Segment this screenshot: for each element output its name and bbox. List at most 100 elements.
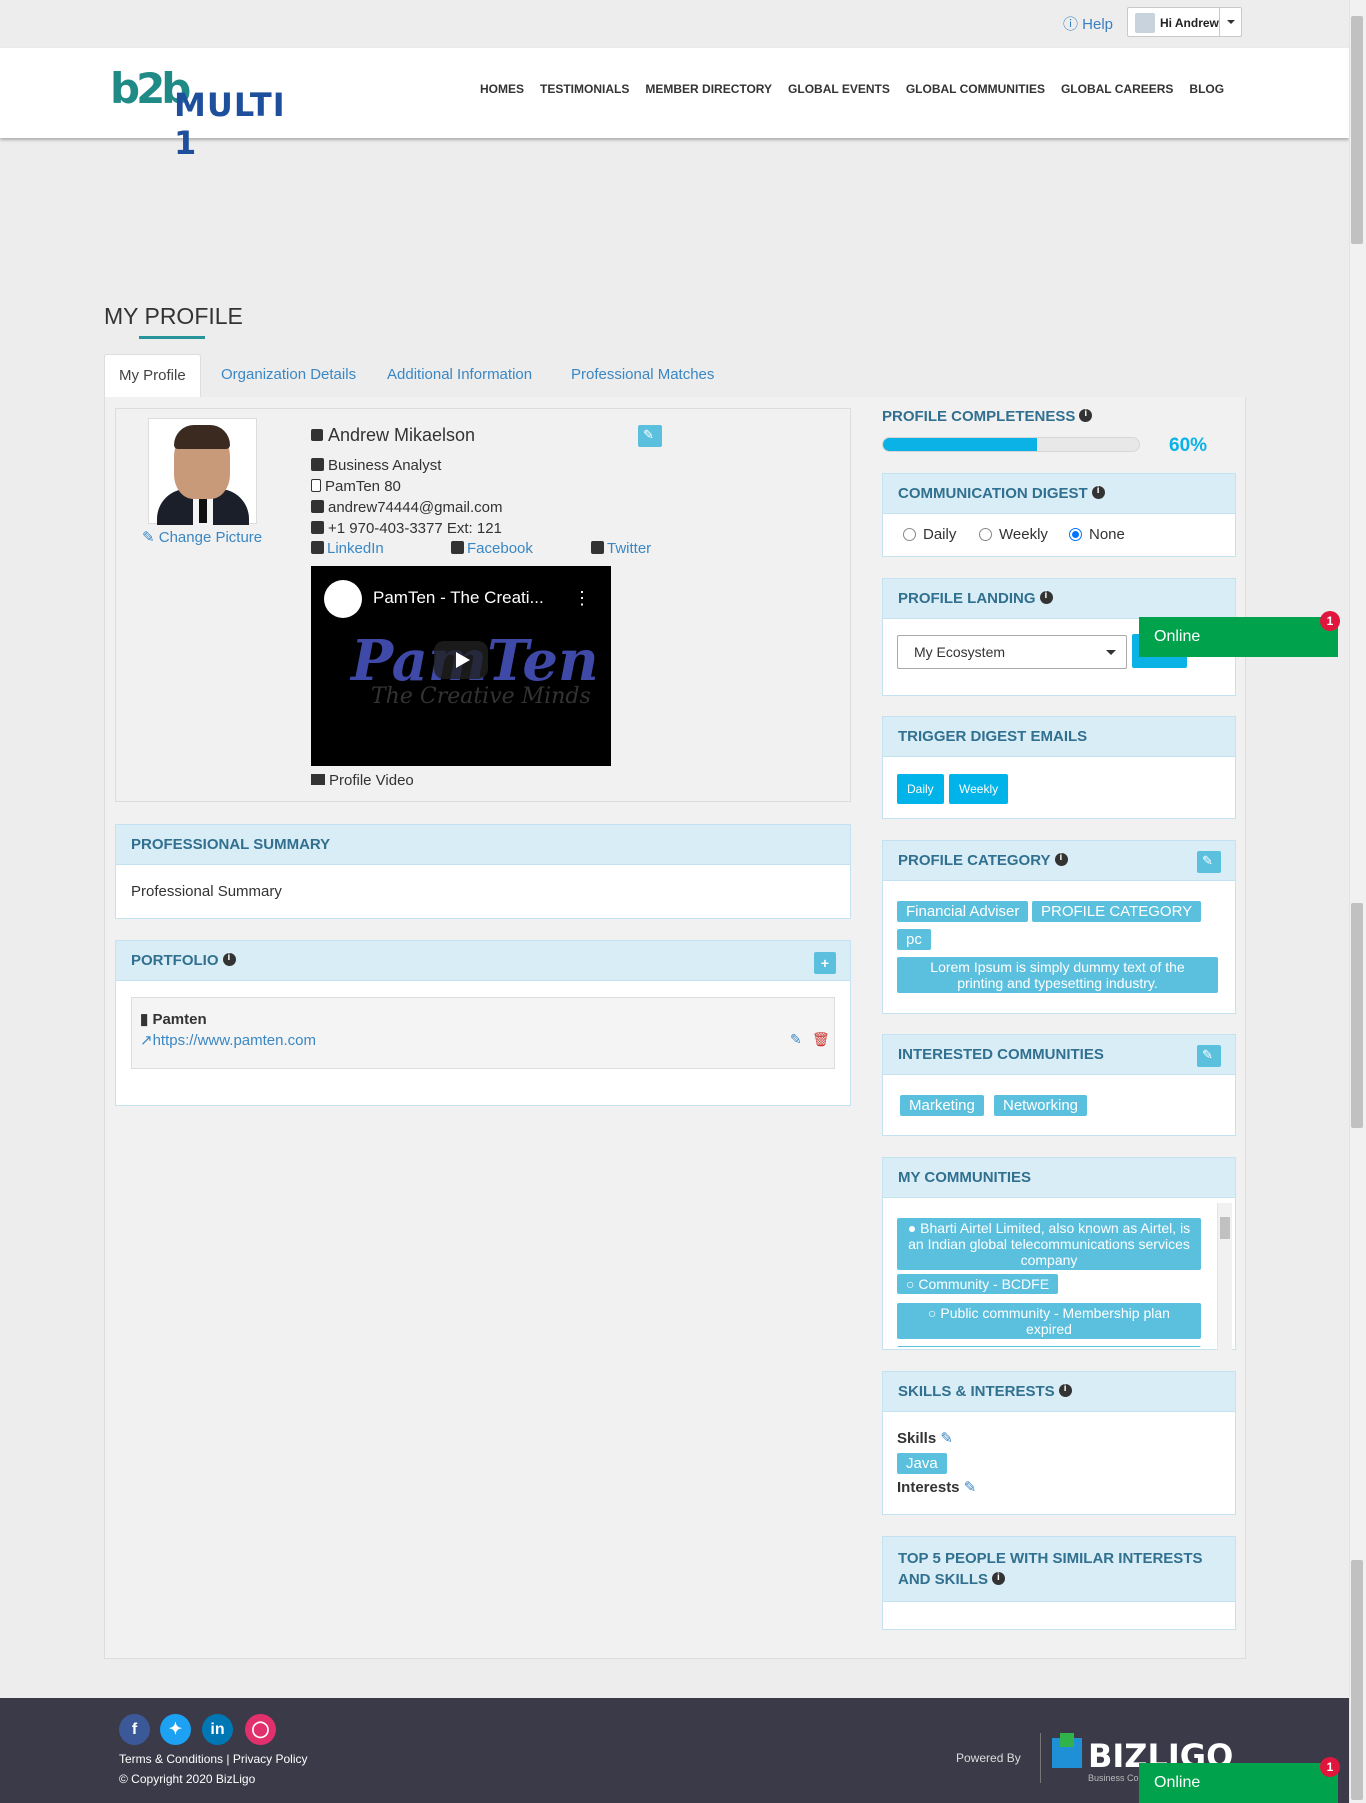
trigger-weekly-button[interactable]: Weekly bbox=[949, 774, 1009, 804]
info-icon[interactable] bbox=[222, 952, 236, 966]
edit-icon[interactable]: ✎ bbox=[964, 1479, 977, 1496]
user-menu-button[interactable]: Hi Andrew bbox=[1127, 7, 1242, 37]
digest-option-weekly[interactable]: Weekly bbox=[979, 526, 1048, 543]
bookmark-icon: ▮ bbox=[140, 1011, 149, 1028]
twitter-icon bbox=[591, 541, 604, 554]
panel-title: PORTFOLIO bbox=[116, 941, 850, 981]
tab-additional-information[interactable]: Additional Information bbox=[373, 354, 546, 397]
video-title: PamTen - The Creati... bbox=[373, 588, 544, 607]
change-picture-link[interactable]: ✎ Change Picture bbox=[142, 528, 262, 546]
briefcase-icon bbox=[311, 458, 324, 471]
edit-icon[interactable]: ✎ bbox=[790, 1031, 802, 1048]
linkedin-icon bbox=[311, 541, 324, 554]
progress-fill bbox=[883, 438, 1037, 451]
list-item[interactable]: ○ Community - BCDFE bbox=[897, 1274, 1059, 1295]
facebook-icon bbox=[451, 541, 464, 554]
instagram-icon[interactable]: ◯ bbox=[245, 1714, 276, 1745]
profile-landing-select[interactable]: My Ecosystem bbox=[897, 635, 1127, 669]
online-chat-widget[interactable]: Online 1 bbox=[1139, 1757, 1340, 1803]
lock-icon bbox=[311, 429, 323, 441]
avatar bbox=[1135, 13, 1155, 33]
lock-icon: ● bbox=[907, 1220, 921, 1236]
info-icon[interactable] bbox=[1054, 852, 1068, 866]
linkedin-link[interactable]: LinkedIn bbox=[311, 540, 384, 557]
portfolio-item: ▮ Pamten ↗https://www.pamten.com ✎ 🗑 bbox=[131, 997, 835, 1069]
play-icon[interactable] bbox=[434, 641, 488, 679]
list-item[interactable] bbox=[897, 1346, 1201, 1347]
site-logo[interactable]: b2b MULTI 1 bbox=[110, 64, 310, 162]
panel-title: PROFILE CATEGORY bbox=[883, 841, 1235, 881]
facebook-link[interactable]: Facebook bbox=[451, 540, 533, 557]
info-icon[interactable] bbox=[1058, 1383, 1072, 1397]
channel-icon bbox=[324, 580, 362, 618]
profile-photo bbox=[148, 418, 257, 525]
nav-item-global-events[interactable]: GLOBAL EVENTS bbox=[788, 82, 890, 96]
nav-item-blog[interactable]: BLOG bbox=[1189, 82, 1224, 96]
communication-digest-panel: COMMUNICATION DIGEST bbox=[882, 473, 1236, 557]
page-scrollbar[interactable] bbox=[1349, 0, 1366, 1803]
nav-item-global-careers[interactable]: GLOBAL CAREERS bbox=[1061, 82, 1173, 96]
portfolio-item-url[interactable]: ↗https://www.pamten.com bbox=[140, 1031, 316, 1049]
skills-label: Skills ✎ bbox=[897, 1430, 953, 1447]
radio-icon bbox=[903, 528, 916, 541]
building-icon bbox=[311, 479, 321, 492]
skill-tag: Java bbox=[897, 1453, 947, 1475]
scrollbar-thumb[interactable] bbox=[1351, 1560, 1363, 1800]
panel-title: COMMUNICATION DIGEST bbox=[883, 474, 1235, 514]
edit-profile-button[interactable] bbox=[638, 425, 662, 447]
unlock-icon: ○ bbox=[928, 1305, 941, 1321]
email: andrew74444@gmail.com bbox=[311, 499, 503, 516]
communities-scrollbar[interactable] bbox=[1217, 1203, 1232, 1350]
panel-title: PROFILE LANDING bbox=[883, 579, 1235, 619]
profile-tabs: My Profile Organization Details Addition… bbox=[104, 354, 1245, 399]
nav-item-global-communities[interactable]: GLOBAL COMMUNITIES bbox=[906, 82, 1045, 96]
edit-communities-button[interactable] bbox=[1197, 1045, 1221, 1067]
facebook-icon[interactable]: f bbox=[119, 1714, 150, 1745]
professional-summary-text: Professional Summary bbox=[131, 883, 282, 900]
nav-item-member-directory[interactable]: MEMBER DIRECTORY bbox=[645, 82, 772, 96]
digest-option-daily[interactable]: Daily bbox=[903, 526, 956, 543]
scrollbar-thumb[interactable] bbox=[1351, 16, 1363, 244]
profile-video-player[interactable]: PamTen - The Creati... ⋮ PamTen The Crea… bbox=[311, 566, 611, 766]
scrollbar-thumb[interactable] bbox=[1351, 903, 1363, 1128]
edit-icon[interactable]: ✎ bbox=[940, 1430, 953, 1447]
info-icon[interactable] bbox=[1091, 485, 1105, 499]
edit-icon: ✎ bbox=[142, 529, 159, 546]
category-tag: Lorem Ipsum is simply dummy text of the … bbox=[897, 957, 1218, 994]
info-icon[interactable] bbox=[1039, 590, 1053, 604]
nav-item-testimonials[interactable]: TESTIMONIALS bbox=[540, 82, 629, 96]
profile-video-label: Profile Video bbox=[311, 772, 414, 789]
edit-category-button[interactable] bbox=[1197, 851, 1221, 873]
list-item[interactable]: ○ Public community - Membership plan exp… bbox=[897, 1303, 1201, 1340]
trash-icon[interactable]: 🗑 bbox=[812, 1031, 830, 1048]
panel-title: TOP 5 PEOPLE WITH SIMILAR INTERESTS AND … bbox=[883, 1537, 1235, 1602]
add-portfolio-button[interactable]: + bbox=[814, 952, 836, 974]
twitter-icon[interactable]: ✦ bbox=[160, 1714, 191, 1745]
notification-badge: 1 bbox=[1320, 1757, 1340, 1777]
help-link[interactable]: ⓘ Help bbox=[1063, 13, 1113, 34]
info-icon[interactable] bbox=[992, 1571, 1005, 1585]
online-chat-widget[interactable]: Online 1 bbox=[1139, 611, 1340, 657]
nav-item-homes[interactable]: HOMES bbox=[480, 82, 524, 96]
digest-option-none[interactable]: None bbox=[1069, 526, 1125, 543]
powered-by-label: Powered By bbox=[956, 1751, 1021, 1765]
phone-icon bbox=[311, 521, 324, 534]
external-link-icon: ↗ bbox=[140, 1032, 153, 1049]
trigger-daily-button[interactable]: Daily bbox=[897, 774, 944, 804]
organization: PamTen 80 bbox=[311, 478, 401, 495]
terms-privacy-links[interactable]: Terms & Conditions | Privacy Policy bbox=[119, 1752, 308, 1766]
chevron-down-icon[interactable] bbox=[1219, 8, 1241, 36]
profile-completeness-title: PROFILE COMPLETENESS bbox=[882, 408, 1093, 425]
tab-professional-matches[interactable]: Professional Matches bbox=[557, 354, 728, 397]
interested-communities-panel: INTERESTED COMMUNITIES Marketing Network… bbox=[882, 1034, 1236, 1136]
info-icon[interactable] bbox=[1079, 408, 1093, 422]
main-nav: HOMES TESTIMONIALS MEMBER DIRECTORY GLOB… bbox=[480, 82, 1240, 96]
panel-title: SKILLS & INTERESTS bbox=[883, 1372, 1235, 1412]
twitter-link[interactable]: Twitter bbox=[591, 540, 651, 557]
skills-interests-panel: SKILLS & INTERESTS Skills ✎ Java Interes… bbox=[882, 1371, 1236, 1515]
more-options-icon[interactable]: ⋮ bbox=[573, 588, 591, 609]
linkedin-icon[interactable]: in bbox=[202, 1714, 233, 1745]
list-item[interactable]: ● Bharti Airtel Limited, also known as A… bbox=[897, 1218, 1201, 1271]
tab-organization-details[interactable]: Organization Details bbox=[207, 354, 370, 397]
tab-my-profile[interactable]: My Profile bbox=[104, 354, 201, 399]
